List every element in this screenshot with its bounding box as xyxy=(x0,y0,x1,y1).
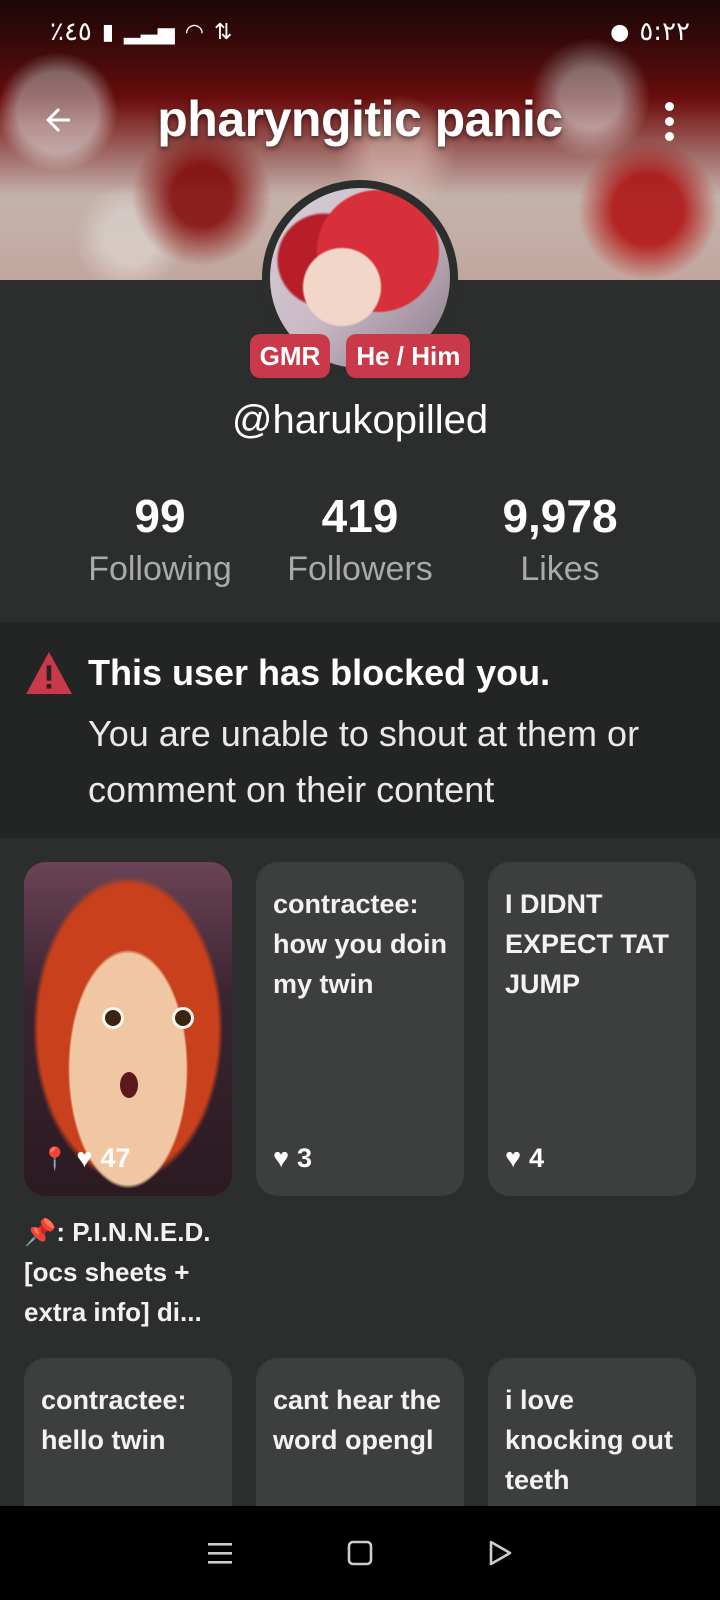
stat-value: 99 xyxy=(134,490,186,542)
notification-icon: ● xyxy=(610,19,630,45)
more-options-button[interactable] xyxy=(654,96,684,146)
stat-value: 419 xyxy=(321,490,399,542)
recents-button[interactable] xyxy=(200,1533,240,1573)
warning-icon xyxy=(26,652,72,694)
post-card[interactable]: contractee: how you doin my twin ♥ 3 xyxy=(256,862,464,1196)
image-detail xyxy=(102,1007,124,1029)
heart-icon: ♥ xyxy=(505,1143,522,1173)
image-detail xyxy=(172,1007,194,1029)
back-nav-button[interactable] xyxy=(480,1533,520,1573)
post-text: I DIDNT EXPECT TAT JUMP xyxy=(505,889,670,999)
image-detail xyxy=(120,1072,138,1098)
post-text: cant hear the word opengl xyxy=(273,1385,442,1455)
page-title: pharyngitic panic xyxy=(157,91,563,147)
stat-label: Likes xyxy=(520,550,600,588)
more-dot-icon xyxy=(664,116,674,126)
likes-count: 4 xyxy=(529,1143,545,1173)
status-left: ٪٤٥ ▮ ▂▃▅ ◠ ⇅ xyxy=(50,17,232,47)
post-card[interactable]: I DIDNT EXPECT TAT JUMP ♥ 4 xyxy=(488,862,696,1196)
stat-value: 9,978 xyxy=(502,490,618,542)
stat-label: Followers xyxy=(287,550,433,588)
badge-pronouns: He / Him xyxy=(346,334,471,378)
notice-title: This user has blocked you. xyxy=(88,652,551,693)
wifi-icon: ◠ xyxy=(184,19,204,45)
stat-followers[interactable]: 419 Followers xyxy=(260,490,460,589)
profile-stats: 99 Following 419 Followers 9,978 Likes xyxy=(60,490,660,589)
stat-label: Following xyxy=(88,550,232,588)
post-text: contractee: how you doin my twin xyxy=(273,889,447,999)
pin-icon: 📍 xyxy=(41,1145,69,1171)
likes-count: 47 xyxy=(100,1143,131,1173)
likes-count: 3 xyxy=(297,1143,313,1173)
home-square-icon xyxy=(347,1540,373,1566)
data-off-icon: ⇅ xyxy=(213,19,233,45)
user-handle: @harukopilled xyxy=(231,398,489,442)
post-likes: 📍 ♥ 47 xyxy=(41,1143,130,1174)
status-bar: ٪٤٥ ▮ ▂▃▅ ◠ ⇅ ● ٥:٢٢ xyxy=(0,0,720,64)
status-right: ● ٥:٢٢ xyxy=(610,17,690,47)
clock: ٥:٢٢ xyxy=(639,17,690,47)
more-dot-icon xyxy=(664,101,674,111)
blocked-notice: This user has blocked you. You are unabl… xyxy=(0,622,720,838)
post-card[interactable]: contractee: hello twin xyxy=(24,1358,232,1518)
home-button[interactable] xyxy=(340,1533,380,1573)
post-text: i love knocking out teeth xyxy=(505,1385,673,1495)
heart-icon: ♥ xyxy=(273,1143,290,1173)
battery-percent: ٪٤٥ xyxy=(50,17,92,47)
heart-icon: ♥ xyxy=(76,1143,93,1173)
notice-body: You are unable to shout at them or comme… xyxy=(88,713,640,810)
post-likes: ♥ 4 xyxy=(505,1143,544,1174)
post-likes: ♥ 3 xyxy=(273,1143,312,1174)
more-dot-icon xyxy=(664,131,674,141)
battery-icon: ▮ xyxy=(101,19,115,45)
signal-icon: ▂▃▅ xyxy=(124,19,175,45)
profile-badges: GMR He / Him xyxy=(0,334,720,378)
stat-following[interactable]: 99 Following xyxy=(60,490,260,589)
stat-likes: 9,978 Likes xyxy=(460,490,660,589)
post-card-pinned[interactable]: 📍 ♥ 47 xyxy=(24,862,232,1196)
system-nav-bar xyxy=(0,1506,720,1600)
post-card[interactable]: i love knocking out teeth xyxy=(488,1358,696,1518)
badge-tag: GMR xyxy=(249,334,331,378)
pinned-post-caption[interactable]: 📌: P.I.N.N.E.D. [ocs sheets + extra info… xyxy=(24,1212,234,1332)
app-bar: pharyngitic panic xyxy=(0,80,720,160)
post-text: contractee: hello twin xyxy=(41,1385,187,1455)
menu-lines-icon xyxy=(208,1543,232,1564)
triangle-back-icon xyxy=(489,1540,512,1566)
post-card[interactable]: cant hear the word opengl xyxy=(256,1358,464,1518)
